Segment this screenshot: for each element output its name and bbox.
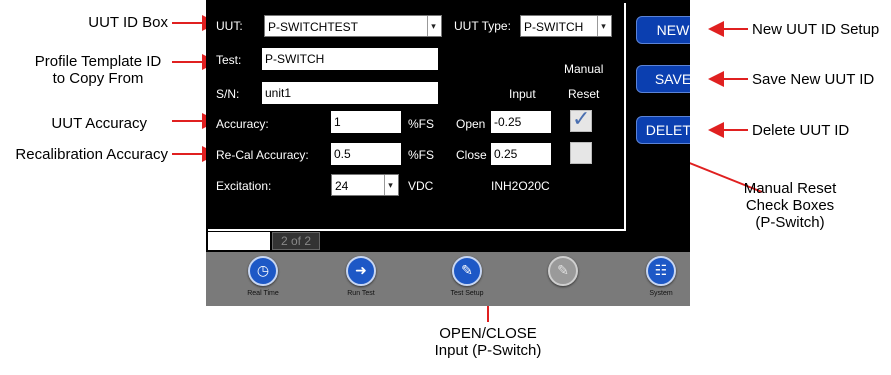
chevron-down-icon[interactable]: ▾ <box>427 16 439 36</box>
accuracy-field[interactable]: 1 <box>331 111 401 133</box>
close-input-field[interactable]: 0.25 <box>491 143 551 165</box>
nav-test-setup[interactable]: ✎ Test Setup <box>432 256 502 298</box>
uut-type-label: UUT Type: <box>454 19 511 33</box>
network-icon: ☷ <box>646 256 676 286</box>
serial-number-field[interactable]: unit1 <box>262 82 438 104</box>
accuracy-label: Accuracy: <box>216 117 269 131</box>
check-icon: ✓ <box>572 107 591 132</box>
bottom-nav-bar: ◷ Real Time ➜ Run Test ✎ Test Setup ✎ ☷ … <box>206 252 690 306</box>
pager-blank-tab[interactable] <box>208 232 270 250</box>
open-label: Open <box>456 117 486 131</box>
sn-label: S/N: <box>216 87 240 101</box>
callout-profile-template: Profile Template ID to Copy From <box>28 53 168 87</box>
test-profile-field[interactable]: P-SWITCH <box>262 48 438 70</box>
save-button[interactable]: SAVE <box>636 65 690 93</box>
nav-run-test-label: Run Test <box>347 290 375 297</box>
callout-delete-id: Delete UUT ID <box>752 122 850 139</box>
manual-header: Manual <box>564 62 604 76</box>
new-button[interactable]: NEW <box>636 16 690 44</box>
uut-id-value: P-SWITCHTEST <box>268 20 358 34</box>
input-header: Input <box>509 87 536 101</box>
uut-setup-panel: UUT: P-SWITCHTEST ▾ UUT Type: P-SWITCH ▾… <box>208 3 626 231</box>
open-input-field[interactable]: -0.25 <box>491 111 551 133</box>
reset-header: Reset <box>568 87 600 101</box>
close-manual-reset-checkbox[interactable] <box>570 142 592 164</box>
recal-accuracy-field[interactable]: 0.5 <box>331 143 401 165</box>
nav-system-label: System <box>649 290 673 297</box>
delete-button[interactable]: DELETE <box>636 116 690 144</box>
nav-real-time-label: Real Time <box>247 290 279 297</box>
uut-id-select[interactable]: P-SWITCHTEST ▾ <box>264 15 442 37</box>
uut-type-select[interactable]: P-SWITCH ▾ <box>520 15 612 37</box>
uut-label: UUT: <box>216 19 243 33</box>
callout-manual-reset-line1: Manual Reset <box>743 180 837 197</box>
device-screen: UUT: P-SWITCHTEST ▾ UUT Type: P-SWITCH ▾… <box>206 0 690 306</box>
document-icon: ✎ <box>548 256 578 286</box>
test-label: Test: <box>216 53 242 67</box>
callout-new-setup: New UUT ID Setup <box>752 21 880 38</box>
callout-uut-id-box: UUT ID Box <box>88 14 168 31</box>
callout-manual-reset: Manual Reset Check Boxes (P-Switch) <box>735 180 845 231</box>
callout-manual-reset-line3: (P-Switch) <box>755 214 825 231</box>
callout-open-close-line1: OPEN/CLOSE <box>439 325 537 342</box>
nav-system[interactable]: ☷ System <box>626 256 690 298</box>
nav-run-test[interactable]: ➜ Run Test <box>326 256 396 298</box>
callout-profile-line1: Profile Template ID <box>34 53 162 70</box>
chevron-down-icon[interactable]: ▾ <box>384 175 396 195</box>
play-arrow-icon: ➜ <box>346 256 376 286</box>
device-id-label: INH2O20C <box>491 179 550 193</box>
callout-open-close-line2: Input (P-Switch) <box>434 342 542 359</box>
uut-type-value: P-SWITCH <box>524 20 584 34</box>
nav-test-setup-label: Test Setup <box>450 290 484 297</box>
excitation-select[interactable]: 24 ▾ <box>331 174 399 196</box>
test-setup-icon: ✎ <box>452 256 482 286</box>
nav-real-time[interactable]: ◷ Real Time <box>228 256 298 298</box>
open-manual-reset-checkbox[interactable]: ✓ <box>570 107 592 132</box>
accuracy-unit: %FS <box>408 117 435 131</box>
clock-icon: ◷ <box>248 256 278 286</box>
callout-recal-accuracy: Recalibration Accuracy <box>15 146 168 163</box>
pager-strip: 2 of 2 <box>208 232 326 252</box>
callout-open-close: OPEN/CLOSE Input (P-Switch) <box>418 325 558 359</box>
close-label: Close <box>456 148 487 162</box>
chevron-down-icon[interactable]: ▾ <box>597 16 609 36</box>
recal-unit: %FS <box>408 148 435 162</box>
page-indicator[interactable]: 2 of 2 <box>272 232 320 250</box>
callout-profile-line2: to Copy From <box>52 70 144 87</box>
nav-disabled-item: ✎ <box>528 256 598 289</box>
excitation-unit: VDC <box>408 179 434 193</box>
recal-accuracy-label: Re-Cal Accuracy: <box>216 148 309 162</box>
callout-uut-accuracy: UUT Accuracy <box>51 115 147 132</box>
callout-manual-reset-line2: Check Boxes <box>745 197 835 214</box>
callout-save-new: Save New UUT ID <box>752 71 875 88</box>
excitation-value: 24 <box>335 179 349 193</box>
excitation-label: Excitation: <box>216 179 272 193</box>
